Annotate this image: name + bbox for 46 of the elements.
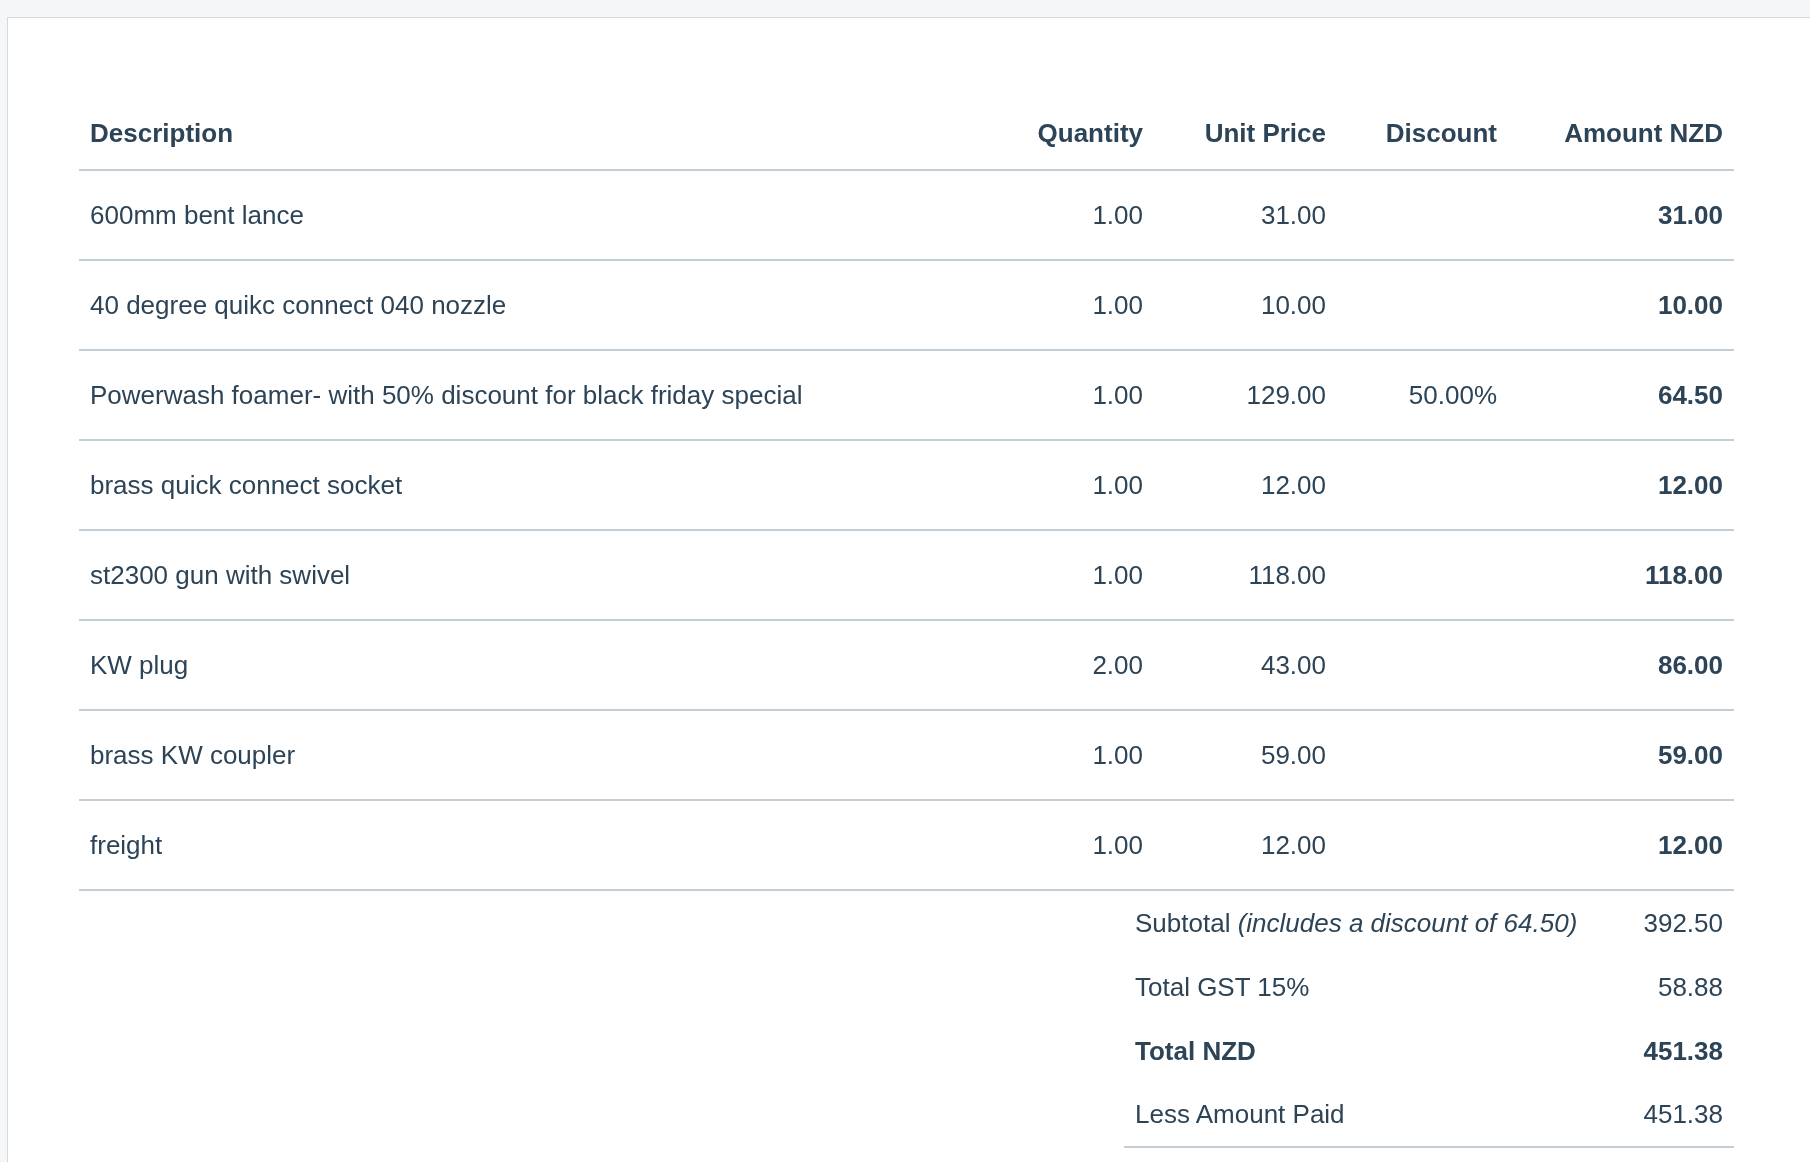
unit-price-value: 129.00 xyxy=(1246,379,1326,410)
item-description: brass quick connect socket xyxy=(90,469,403,500)
item-description: 600mm bent lance xyxy=(90,199,304,230)
amount-value: 12.00 xyxy=(1657,829,1723,860)
quantity-value: 1.00 xyxy=(1092,289,1143,320)
unit-price-value: 118.00 xyxy=(1248,559,1326,590)
unit-price-value: 31.00 xyxy=(1260,199,1326,230)
quantity-value: 2.00 xyxy=(1092,649,1143,680)
column-header: Unit Price xyxy=(1154,114,1337,170)
quantity-value: 1.00 xyxy=(1092,829,1143,860)
amount-value: 31.00 xyxy=(1657,199,1723,230)
item-description: freight xyxy=(90,829,163,860)
amount-value: 118.00 xyxy=(1644,559,1723,590)
unit-price-value: 10.00 xyxy=(1260,289,1326,320)
quantity-value: 1.00 xyxy=(1092,739,1143,770)
amount-value: 86.00 xyxy=(1657,649,1723,680)
quantity-value: 1.00 xyxy=(1092,199,1143,230)
unit-price-value: 12.00 xyxy=(1260,469,1326,500)
item-description: Powerwash foamer- with 50% discount for black friday special xyxy=(90,379,803,410)
amount-value: 10.00 xyxy=(1657,289,1723,320)
unit-price-value: 12.00 xyxy=(1260,829,1326,860)
quantity-value: 1.00 xyxy=(1092,559,1143,590)
unit-price-value: 59.00 xyxy=(1260,739,1326,770)
column-header: Amount NZD xyxy=(1508,114,1734,170)
item-description: 40 degree quikc connect 040 nozzle xyxy=(90,289,507,320)
item-description: KW plug xyxy=(90,649,189,680)
quantity-value: 1.00 xyxy=(1092,379,1143,410)
column-header: Discount xyxy=(1337,114,1508,170)
amount-value: 12.00 xyxy=(1657,469,1723,500)
total-label: Less Amount Paid xyxy=(1135,1099,1345,1129)
total-value: 451.38 xyxy=(1643,1099,1723,1129)
column-header: Quantity xyxy=(1001,114,1154,170)
amount-value: 64.50 xyxy=(1657,379,1723,410)
item-description: st2300 gun with swivel xyxy=(90,559,351,590)
amount-value: 59.00 xyxy=(1657,739,1723,770)
total-label: Total NZD xyxy=(1135,1035,1256,1066)
total-value: 58.88 xyxy=(1657,971,1723,1002)
unit-price-value: 43.00 xyxy=(1260,649,1326,680)
column-header: Description xyxy=(79,114,1001,170)
discount-value: 50.00% xyxy=(1408,379,1497,410)
total-label: Total GST 15% xyxy=(1135,971,1310,1002)
item-description: brass KW coupler xyxy=(90,739,296,770)
total-value: 451.38 xyxy=(1643,1035,1723,1066)
total-label: Subtotal (includes a discount of 64.50) xyxy=(1135,907,1578,938)
total-value: 392.50 xyxy=(1643,907,1723,938)
quantity-value: 1.00 xyxy=(1092,469,1143,500)
